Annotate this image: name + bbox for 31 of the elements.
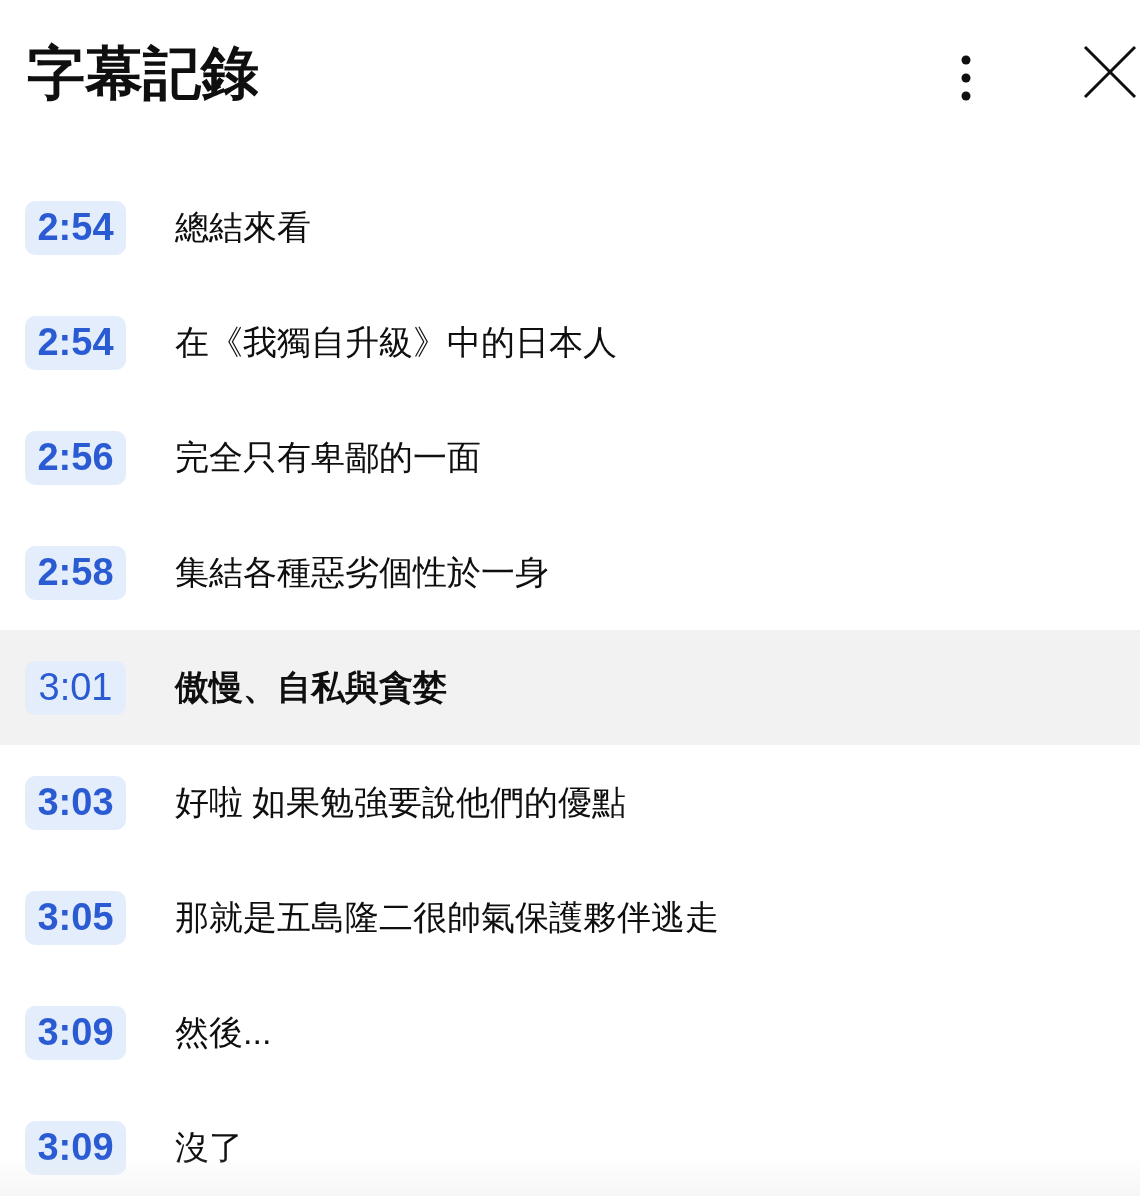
transcript-segment[interactable]: 3:05 那就是五島隆二很帥氣保護夥伴逃走 xyxy=(0,860,1140,975)
caption-text: 完全只有卑鄙的一面 xyxy=(175,436,481,478)
timestamp-chip[interactable]: 2:58 xyxy=(25,545,126,600)
timestamp-chip[interactable]: 2:54 xyxy=(25,315,126,370)
timestamp-chip[interactable]: 3:09 xyxy=(25,1005,126,1060)
caption-text: 然後... xyxy=(175,1011,272,1053)
transcript-segment[interactable]: 2:58 集結各種惡劣個性於一身 xyxy=(0,515,1140,630)
caption-text: 在《我獨自升級》中的日本人 xyxy=(175,321,617,363)
close-button[interactable] xyxy=(1082,44,1138,100)
transcript-segment[interactable]: 3:03 好啦 如果勉強要說他們的優點 xyxy=(0,745,1140,860)
more-icon xyxy=(961,55,971,101)
timestamp-chip[interactable]: 2:54 xyxy=(25,200,126,255)
transcript-segment[interactable]: 2:56 完全只有卑鄙的一面 xyxy=(0,400,1140,515)
close-icon xyxy=(1083,45,1137,99)
caption-text: 集結各種惡劣個性於一身 xyxy=(175,551,549,593)
caption-text: 總結來看 xyxy=(175,206,311,248)
caption-text: 好啦 如果勉強要說他們的優點 xyxy=(175,781,627,823)
panel-title: 字幕記錄 xyxy=(27,39,260,107)
timestamp-chip[interactable]: 3:03 xyxy=(25,775,126,830)
caption-text: 傲慢、自私與貪婪 xyxy=(175,666,447,708)
transcript-segment[interactable]: 3:01 傲慢、自私與貪婪 xyxy=(0,630,1140,745)
transcript-segment[interactable]: 2:54 在《我獨自升級》中的日本人 xyxy=(0,285,1140,400)
timestamp-chip[interactable]: 2:56 xyxy=(25,430,126,485)
transcript-segment[interactable]: 2:54 總結來看 xyxy=(0,170,1140,285)
caption-text: 沒了 xyxy=(175,1126,243,1168)
caption-text: 那就是五島隆二很帥氣保護夥伴逃走 xyxy=(175,896,719,938)
transcript-segment[interactable]: 3:09 然後... xyxy=(0,975,1140,1090)
transcript-segment[interactable]: 3:09 沒了 xyxy=(0,1090,1140,1196)
timestamp-chip[interactable]: 3:05 xyxy=(25,890,126,945)
timestamp-chip[interactable]: 3:01 xyxy=(25,660,126,715)
timestamp-chip[interactable]: 3:09 xyxy=(25,1120,126,1175)
